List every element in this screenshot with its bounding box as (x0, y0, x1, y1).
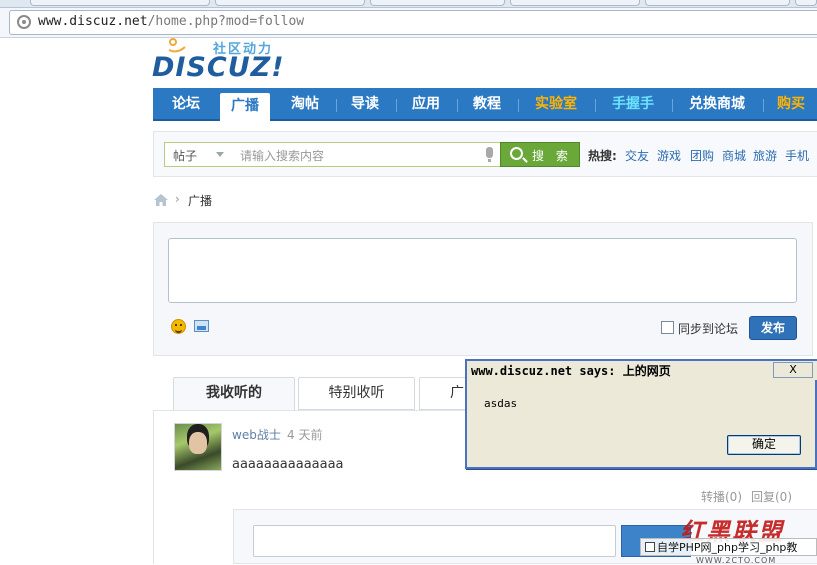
nav-item-lab[interactable]: 实验室 (523, 88, 589, 121)
nav-separator (763, 99, 764, 112)
hot-link[interactable]: 游戏 (657, 147, 681, 164)
nav-separator (457, 99, 458, 112)
hot-link[interactable]: 交友 (625, 147, 649, 164)
nav-item-taotie[interactable]: 淘帖 (280, 88, 330, 121)
sync-forum-checkbox[interactable] (661, 321, 674, 334)
search-placeholder: 请输入搜索内容 (240, 149, 325, 163)
repost-link[interactable]: 转播(0) (701, 488, 742, 505)
hot-link[interactable]: 团购 (690, 147, 714, 164)
dialog-title: www.discuz.net says: 上的网页 (471, 364, 671, 378)
feed-content: aaaaaaaaaaaaaa (232, 457, 344, 472)
globe-icon (17, 15, 31, 29)
browser-tab[interactable] (215, 0, 365, 6)
image-icon[interactable] (194, 320, 209, 332)
nav-item-handshake[interactable]: 手握手 (600, 88, 666, 121)
home-icon[interactable] (154, 194, 168, 206)
sync-forum-label: 同步到论坛 (678, 322, 739, 336)
site-logo[interactable]: DISCUZ! (152, 52, 285, 83)
watermark-caption: 自学PHP网_php学习_php教 (640, 538, 817, 556)
dialog-message: asdas (484, 397, 518, 410)
chevron-down-icon (216, 152, 224, 157)
search-icon (510, 147, 523, 160)
feed-timestamp: 4 天前 (287, 428, 323, 442)
tab-broadcast-partial[interactable]: 广 (419, 377, 469, 410)
hot-search-label: 热搜: (588, 149, 617, 163)
main-nav: 论坛 广播 淘帖 导读 应用 教程 实验室 手握手 兑换商城 购买 (153, 88, 817, 121)
avatar[interactable] (174, 423, 222, 471)
tab-following[interactable]: 我收听的 (173, 377, 295, 412)
url-path: /home.php?mod=follow (147, 14, 305, 29)
comment-input[interactable] (253, 525, 616, 557)
hot-link[interactable]: 旅游 (753, 147, 777, 164)
hot-link[interactable]: 商城 (722, 147, 746, 164)
breadcrumb-separator: › (175, 192, 180, 206)
nav-separator (396, 99, 397, 112)
feed-username[interactable]: web战士 (232, 426, 281, 443)
nav-item-guide[interactable]: 导读 (340, 88, 390, 121)
tab-special-following[interactable]: 特别收听 (298, 377, 415, 410)
browser-tab[interactable] (795, 0, 817, 6)
search-type-label: 帖子 (173, 149, 198, 163)
browser-tab[interactable] (30, 0, 210, 6)
dialog-close-button[interactable]: X (773, 362, 813, 378)
browser-tab[interactable] (370, 0, 505, 6)
smiley-icon[interactable] (171, 319, 186, 334)
nav-item-tutorials[interactable]: 教程 (462, 88, 512, 121)
nav-item-forum[interactable]: 论坛 (161, 88, 211, 121)
nav-separator (336, 99, 337, 112)
nav-separator (595, 99, 596, 112)
microphone-icon[interactable] (486, 147, 493, 162)
publish-button[interactable]: 发布 (749, 316, 797, 340)
hot-link[interactable]: 手机 (785, 147, 809, 164)
reply-link[interactable]: 回复(0) (751, 488, 792, 505)
browser-tabstrip (0, 0, 817, 8)
url-host: www.discuz.net (38, 14, 148, 29)
browser-tab[interactable] (510, 0, 640, 6)
nav-item-buy[interactable]: 购买 (769, 88, 813, 121)
url-text[interactable]: www.discuz.net/home.php?mod=follow (38, 14, 304, 29)
checkbox-icon (645, 542, 655, 552)
nav-separator (518, 99, 519, 112)
nav-separator (672, 99, 673, 112)
watermark-caption-text: 自学PHP网_php学习_php教 (657, 541, 798, 554)
search-button-label: 搜 索 (532, 149, 572, 163)
breadcrumb-current[interactable]: 广播 (188, 192, 212, 209)
dialog-ok-button[interactable]: 确定 (727, 435, 801, 455)
browser-tab[interactable] (645, 0, 790, 6)
nav-item-broadcast[interactable]: 广播 (220, 93, 270, 121)
nav-item-apps[interactable]: 应用 (401, 88, 451, 121)
nav-item-exchange-mall[interactable]: 兑换商城 (677, 88, 757, 121)
post-textarea[interactable] (168, 238, 797, 303)
